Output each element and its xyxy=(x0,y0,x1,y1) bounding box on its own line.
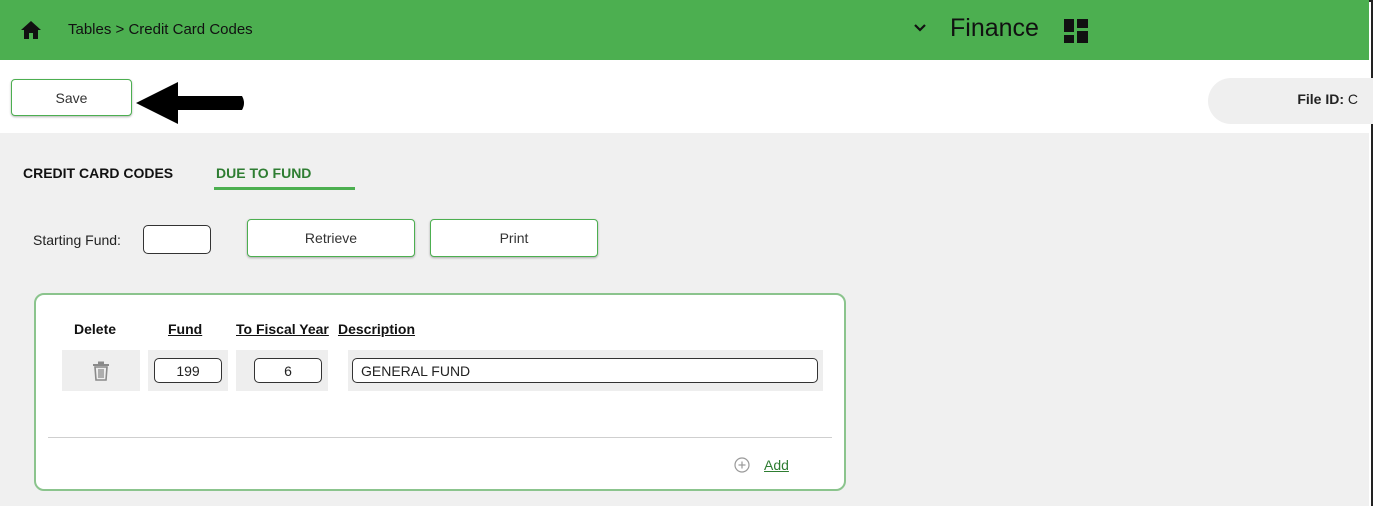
tab-credit-card-codes[interactable]: CREDIT CARD CODES xyxy=(23,165,173,181)
pointer-arrow-icon xyxy=(136,82,244,124)
fund-input[interactable] xyxy=(154,358,222,383)
toolbar: Save File ID: C xyxy=(0,60,1373,133)
table-row-fund-cell xyxy=(148,350,228,391)
column-header-delete: Delete xyxy=(74,321,117,337)
top-navigation-bar: Tables > Credit Card Codes Finance xyxy=(0,0,1369,60)
add-circle-icon[interactable] xyxy=(734,457,750,473)
to-fiscal-year-input[interactable] xyxy=(254,358,322,383)
trash-icon[interactable] xyxy=(92,361,110,381)
add-row-link[interactable]: Add xyxy=(764,457,789,473)
table-row-delete-cell xyxy=(62,350,140,391)
grid-divider xyxy=(48,437,832,438)
home-icon[interactable] xyxy=(20,20,42,40)
table-row-description-cell xyxy=(348,350,823,391)
column-header-fund[interactable]: Fund xyxy=(168,321,202,337)
column-header-to-fiscal-year[interactable]: To Fiscal Year xyxy=(236,321,329,337)
table-row-fiscal-year-cell xyxy=(236,350,328,391)
main-content: CREDIT CARD CODES DUE TO FUND Starting F… xyxy=(0,133,1369,506)
print-button[interactable]: Print xyxy=(430,219,598,257)
app-grid-icon[interactable] xyxy=(1064,19,1088,43)
module-title[interactable]: Finance xyxy=(950,14,1039,43)
description-input[interactable] xyxy=(352,358,818,383)
tab-due-to-fund[interactable]: DUE TO FUND xyxy=(216,165,311,181)
file-id-value: C xyxy=(1347,91,1358,107)
column-header-description[interactable]: Description xyxy=(338,321,415,337)
retrieve-button[interactable]: Retrieve xyxy=(247,219,415,257)
breadcrumb[interactable]: Tables > Credit Card Codes xyxy=(68,21,253,38)
save-button[interactable]: Save xyxy=(11,79,132,116)
starting-fund-input[interactable] xyxy=(143,225,211,254)
file-id-badge: File ID: C xyxy=(1208,78,1373,124)
due-to-fund-grid: Delete Fund To Fiscal Year Description 1… xyxy=(34,293,846,491)
active-tab-indicator xyxy=(214,187,355,190)
chevron-down-icon[interactable] xyxy=(912,20,928,36)
starting-fund-label: Starting Fund: xyxy=(33,232,121,248)
file-id-label: File ID: xyxy=(1297,91,1344,107)
